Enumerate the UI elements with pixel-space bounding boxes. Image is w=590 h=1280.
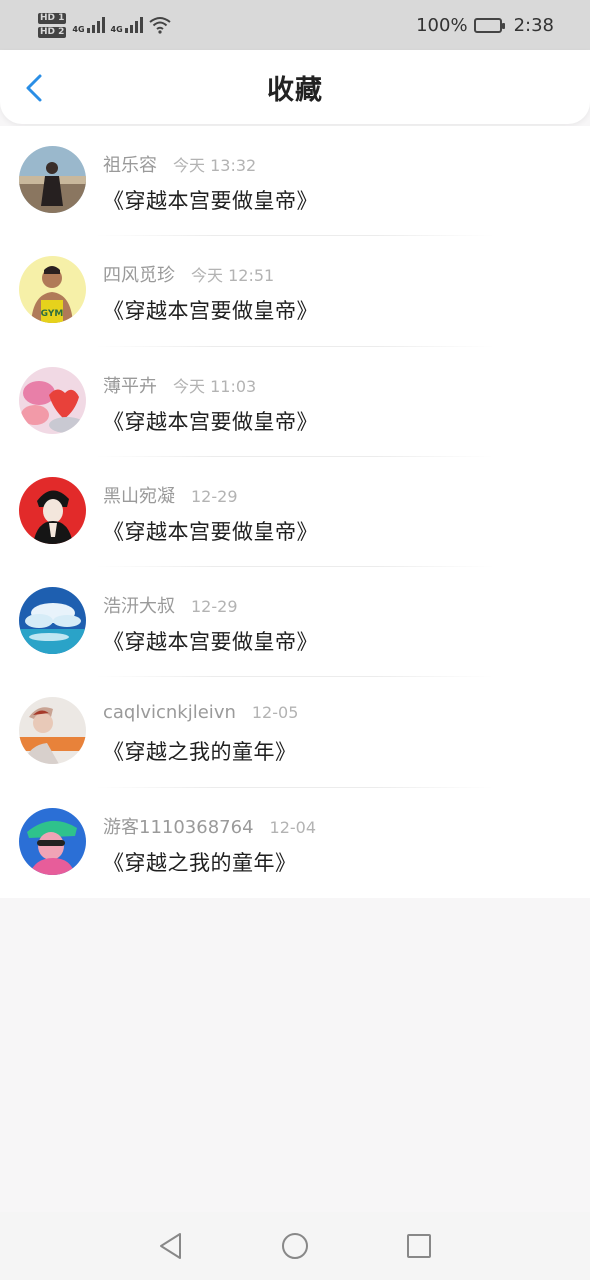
- battery-percent: 100%: [416, 14, 468, 36]
- svg-text:GYM: GYM: [41, 309, 64, 319]
- avatar: [19, 697, 86, 765]
- timestamp: 12-29: [191, 597, 238, 617]
- user-name: 浩汧大叔: [103, 596, 175, 618]
- avatar: [19, 146, 86, 213]
- nav-home-button[interactable]: [277, 1228, 313, 1264]
- clock: 2:38: [513, 14, 554, 36]
- list-item[interactable]: 黑山宛凝 12-29 《穿越本宫要做皇帝》: [0, 457, 590, 568]
- avatar: GYM: [19, 256, 86, 324]
- user-name: 游客1110368764: [103, 816, 254, 838]
- list-item[interactable]: 祖乐容 今天 13:32 《穿越本宫要做皇帝》: [0, 126, 590, 237]
- hd1-badge: HD 1: [38, 12, 67, 24]
- book-title: 《穿越本宫要做皇帝》: [103, 519, 318, 544]
- network-type-2: 4G: [110, 24, 123, 34]
- avatar: [19, 366, 86, 434]
- user-name: caqlvicnkjleivn: [103, 702, 236, 724]
- user-name: 黑山宛凝: [103, 485, 175, 507]
- user-name: 四风觅珍: [103, 265, 175, 287]
- list-item[interactable]: 浩汧大叔 12-29 《穿越本宫要做皇帝》: [0, 567, 590, 678]
- signal-icon-2: [124, 17, 143, 33]
- book-title: 《穿越本宫要做皇帝》: [103, 630, 318, 655]
- timestamp: 今天 11:03: [173, 376, 257, 396]
- user-name: 薄平卉: [103, 375, 157, 397]
- system-nav-bar: [0, 1212, 590, 1280]
- avatar: [19, 476, 86, 544]
- list-item[interactable]: 薄平卉 今天 11:03 《穿越本宫要做皇帝》: [0, 347, 590, 458]
- book-title: 《穿越本宫要做皇帝》: [103, 299, 318, 324]
- status-right: 100% 2:38: [416, 15, 554, 36]
- avatar: [19, 587, 86, 655]
- book-title: 《穿越之我的童年》: [103, 850, 297, 875]
- hd-indicators: HD 1 HD 2: [38, 12, 67, 38]
- user-name: 祖乐容: [103, 155, 157, 176]
- status-bar: HD 1 HD 2 4G 4G 100% 2:38: [0, 0, 590, 50]
- app-header: 收藏: [0, 50, 590, 124]
- page-title: 收藏: [267, 74, 323, 106]
- hd2-badge: HD 2: [38, 26, 67, 38]
- list-item[interactable]: caqlvicnkjleivn 12-05 《穿越之我的童年》: [0, 677, 590, 789]
- list-item[interactable]: 游客1110368764 12-04 《穿越之我的童年》: [0, 788, 590, 898]
- network-type-1: 4G: [72, 24, 85, 34]
- triangle-back-icon: [160, 1233, 181, 1259]
- chevron-left-icon: [26, 74, 42, 102]
- nav-recents-button[interactable]: [401, 1228, 437, 1264]
- timestamp: 12-04: [269, 817, 317, 837]
- circle-home-icon: [282, 1233, 308, 1259]
- timestamp: 12-29: [191, 486, 238, 506]
- square-recents-icon: [407, 1234, 431, 1258]
- timestamp: 12-05: [251, 703, 299, 723]
- list-item[interactable]: GYM 四风觅珍 今天 12:51 《穿越本宫要做皇帝》: [0, 236, 590, 347]
- avatar: [19, 807, 86, 875]
- back-button[interactable]: [18, 72, 50, 104]
- nav-back-button[interactable]: [153, 1228, 189, 1264]
- timestamp: 今天 12:51: [191, 266, 275, 286]
- book-title: 《穿越本宫要做皇帝》: [103, 409, 318, 434]
- book-title: 《穿越本宫要做皇帝》: [103, 189, 318, 213]
- battery-icon: [473, 17, 505, 33]
- signal-icon-1: [86, 17, 105, 33]
- wifi-icon: [149, 17, 171, 34]
- book-title: 《穿越之我的童年》: [103, 740, 297, 765]
- favorites-list: 祖乐容 今天 13:32 《穿越本宫要做皇帝》 GYM 四风觅珍 今天 12:5…: [0, 126, 590, 898]
- timestamp: 今天 13:32: [173, 156, 257, 175]
- status-left: HD 1 HD 2 4G 4G: [38, 12, 171, 38]
